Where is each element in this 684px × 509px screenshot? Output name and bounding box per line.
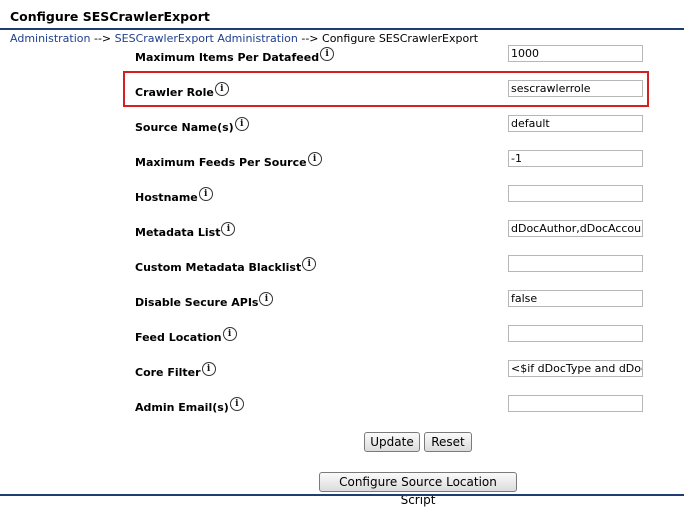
field-row-hostname: Hostname i bbox=[0, 184, 684, 208]
field-row-feed-location: Feed Location i bbox=[0, 324, 684, 348]
info-icon[interactable]: i bbox=[259, 292, 274, 306]
field-row-source-names: Source Name(s) i default bbox=[0, 114, 684, 138]
info-icon[interactable]: i bbox=[201, 362, 216, 376]
info-icon[interactable]: i bbox=[198, 187, 213, 201]
field-label: Admin Email(s) i bbox=[135, 397, 244, 415]
field-row-crawler-role: Crawler Role i sescrawlerrole bbox=[0, 79, 684, 103]
field-label: Feed Location i bbox=[135, 327, 237, 345]
custom-metadata-blacklist-input[interactable] bbox=[508, 255, 643, 272]
field-label: Crawler Role i bbox=[135, 82, 229, 100]
info-icon[interactable]: i bbox=[302, 257, 317, 271]
field-row-core-filter: Core Filteri <$if dDocType and dDocType bbox=[0, 359, 684, 383]
admin-emails-input[interactable] bbox=[508, 395, 643, 412]
bottom-divider bbox=[0, 494, 684, 496]
field-row-metadata-list: Metadata List i dDocAuthor,dDocAccount bbox=[0, 219, 684, 243]
core-filter-input[interactable]: <$if dDocType and dDocType bbox=[508, 360, 643, 377]
field-row-maximum-items-per-datafeed: Maximum Items Per Datafeed i 1000 bbox=[0, 44, 684, 68]
info-icon[interactable]: i bbox=[222, 327, 237, 341]
disable-secure-apis-input[interactable]: false bbox=[508, 290, 643, 307]
field-row-custom-metadata-blacklist: Custom Metadata Blacklist i bbox=[0, 254, 684, 278]
field-label: Source Name(s) i bbox=[135, 117, 249, 135]
maximum-feeds-per-source-input[interactable]: -1 bbox=[508, 150, 643, 167]
info-icon[interactable]: i bbox=[307, 152, 322, 166]
field-label: Metadata List i bbox=[135, 222, 236, 240]
info-icon[interactable]: i bbox=[221, 222, 236, 236]
crawler-role-input[interactable]: sescrawlerrole bbox=[508, 80, 643, 97]
info-icon[interactable]: i bbox=[320, 47, 335, 61]
reset-button[interactable]: Reset bbox=[424, 432, 472, 452]
field-label: Core Filter i bbox=[135, 362, 216, 380]
field-row-disable-secure-apis: Disable Secure APIs i false bbox=[0, 289, 684, 313]
info-icon[interactable]: i bbox=[214, 82, 229, 96]
field-row-maximum-feeds-per-source: Maximum Feeds Per Source i -1 bbox=[0, 149, 684, 173]
field-label: Hostname i bbox=[135, 187, 213, 205]
info-icon[interactable]: i bbox=[234, 117, 249, 131]
field-label: Custom Metadata Blacklist i bbox=[135, 257, 317, 275]
source-names-input[interactable]: default bbox=[508, 115, 643, 132]
feed-location-input[interactable] bbox=[508, 325, 643, 342]
metadata-list-input[interactable]: dDocAuthor,dDocAccount bbox=[508, 220, 643, 237]
maximum-items-per-datafeed-input[interactable]: 1000 bbox=[508, 45, 643, 62]
info-icon[interactable]: i bbox=[229, 397, 244, 411]
field-row-admin-emails: Admin Email(s) i bbox=[0, 394, 684, 418]
field-label: Disable Secure APIs i bbox=[135, 292, 274, 310]
hostname-input[interactable] bbox=[508, 185, 643, 202]
field-label: Maximum Items Per Datafeed i bbox=[135, 47, 335, 65]
page-title: Configure SESCrawlerExport bbox=[10, 9, 210, 24]
update-button[interactable]: Update bbox=[364, 432, 420, 452]
field-label: Maximum Feeds Per Source i bbox=[135, 152, 322, 170]
configure-source-location-script-button[interactable]: Configure Source Location Script bbox=[319, 472, 517, 507]
title-divider bbox=[0, 28, 684, 30]
